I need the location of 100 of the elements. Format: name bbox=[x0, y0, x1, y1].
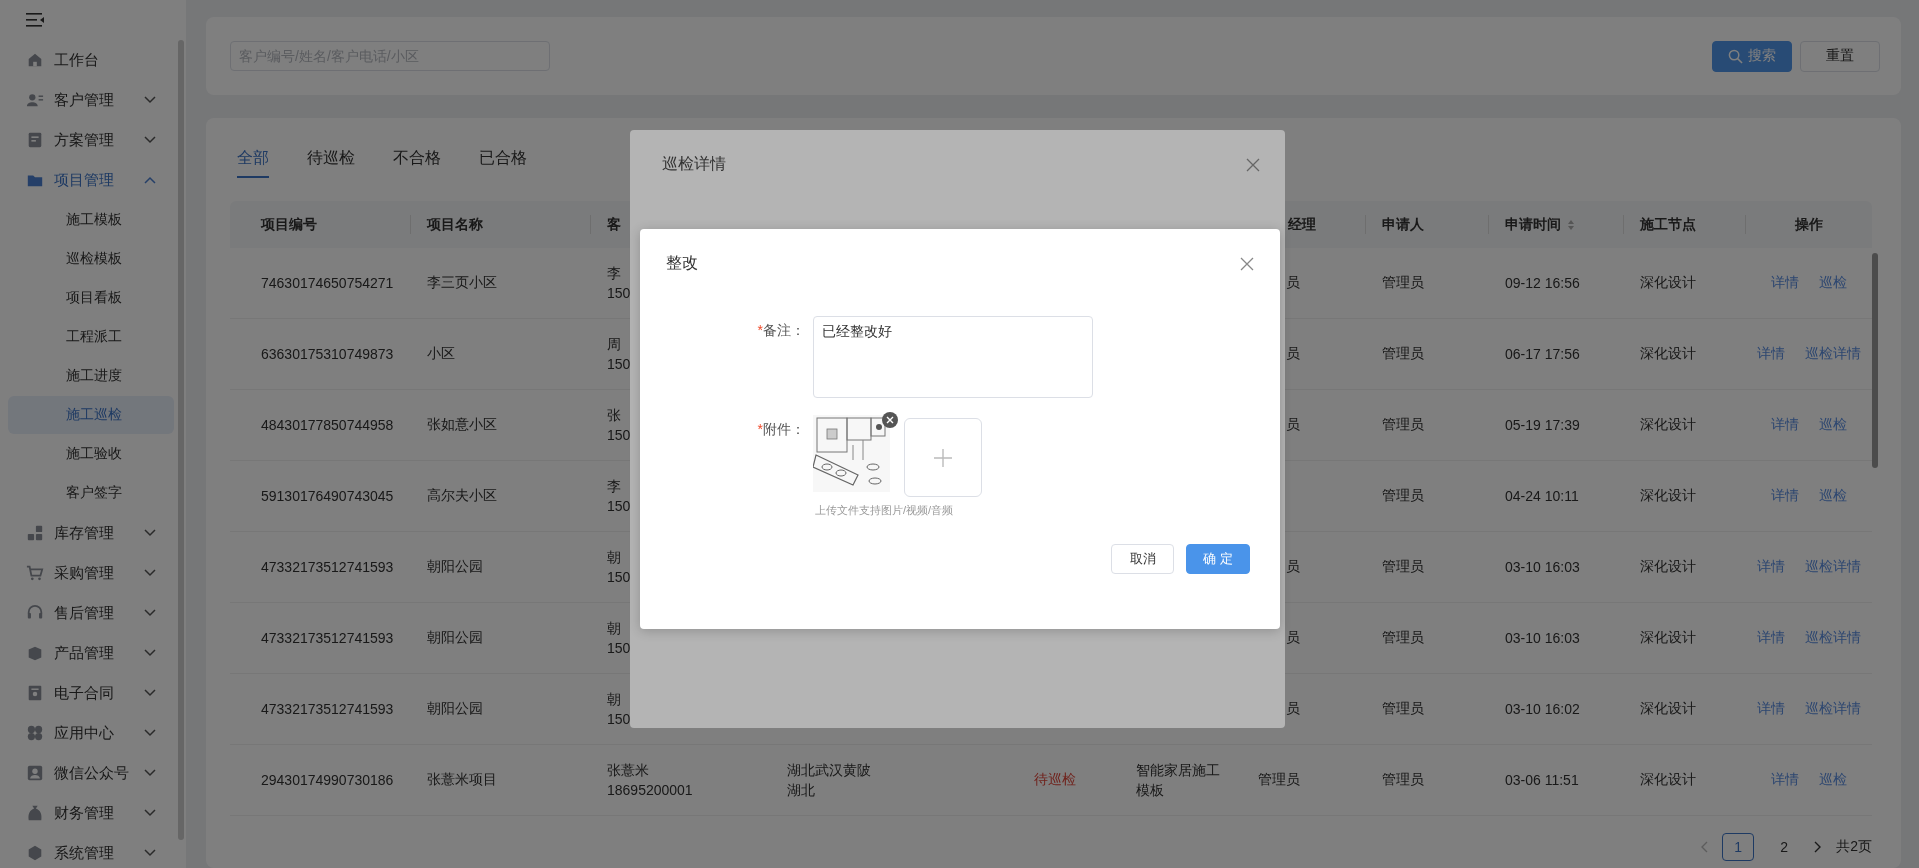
page-button[interactable]: 2 bbox=[1768, 833, 1801, 861]
column-header: 申请人 bbox=[1382, 215, 1424, 234]
table-cell-text: 周 bbox=[607, 335, 621, 354]
table-cell: 李三页小区 bbox=[427, 274, 497, 292]
table-cell-text: 员 bbox=[1285, 629, 1300, 647]
page-button[interactable]: 1 bbox=[1722, 833, 1755, 861]
nav-item[interactable]: 电子合同 bbox=[0, 673, 186, 713]
table-cell-text: 朝 bbox=[607, 619, 621, 638]
nav-subitem[interactable]: 施工模板 bbox=[8, 201, 174, 239]
table-cell: 47332173512741593 bbox=[261, 559, 394, 575]
nav-item[interactable]: 方案管理 bbox=[0, 120, 186, 160]
plus-icon bbox=[934, 448, 952, 467]
table-cell: 深化设计 bbox=[1640, 771, 1696, 789]
confirm-button[interactable]: 确 定 bbox=[1186, 544, 1250, 574]
nav-item[interactable]: 客户管理 bbox=[0, 80, 186, 120]
tab[interactable]: 已合格 bbox=[479, 140, 527, 178]
action-link[interactable]: 详情 bbox=[1756, 700, 1785, 718]
search-button[interactable]: 搜索 bbox=[1712, 40, 1792, 72]
table-cell: 63630175310749873 bbox=[261, 346, 394, 362]
action-link[interactable]: 巡检 bbox=[1818, 487, 1847, 505]
nav-subitem[interactable]: 施工巡检 bbox=[8, 396, 174, 434]
table-cell-text: 朝 bbox=[607, 690, 621, 709]
blocks-icon bbox=[26, 524, 44, 542]
action-link[interactable]: 详情 bbox=[1756, 629, 1785, 647]
nav-item[interactable]: 微信公众号 bbox=[0, 753, 186, 793]
table-cell-text: 150 bbox=[607, 426, 631, 445]
action-link[interactable]: 详情 bbox=[1770, 416, 1799, 434]
nav-subitem[interactable]: 客户签字 bbox=[8, 474, 174, 512]
nav-item[interactable]: 采购管理 bbox=[0, 553, 186, 593]
nav-item[interactable]: 产品管理 bbox=[0, 633, 186, 673]
column-header: 经理 bbox=[1287, 215, 1316, 234]
action-link[interactable]: 详情 bbox=[1770, 771, 1799, 789]
table-cell: 管理员 bbox=[1382, 487, 1424, 505]
table-cell: 高尔夫小区 bbox=[427, 487, 497, 505]
action-link[interactable]: 巡检 bbox=[1818, 274, 1847, 292]
contract-icon bbox=[26, 684, 44, 702]
chevron-up-icon bbox=[144, 176, 156, 184]
action-link[interactable]: 巡检详情 bbox=[1804, 558, 1861, 576]
nav-subitem[interactable]: 施工进度 bbox=[8, 357, 174, 395]
nav-subitem[interactable]: 工程派工 bbox=[8, 318, 174, 356]
action-link[interactable]: 巡检 bbox=[1818, 771, 1847, 789]
box-icon bbox=[26, 644, 44, 662]
apps-icon bbox=[26, 724, 44, 742]
chevron-down-icon bbox=[144, 769, 156, 777]
cancel-button[interactable]: 取消 bbox=[1111, 544, 1174, 574]
nav-item[interactable]: 应用中心 bbox=[0, 713, 186, 753]
nav-subitem[interactable]: 巡检模板 bbox=[8, 240, 174, 278]
chevron-down-icon bbox=[144, 849, 156, 857]
nav-subitem[interactable]: 项目看板 bbox=[8, 279, 174, 317]
reset-button[interactable]: 重置 bbox=[1800, 40, 1880, 72]
column-header: 客 bbox=[607, 215, 621, 234]
table-cell: 03-10 16:02 bbox=[1505, 701, 1580, 717]
tab[interactable]: 不合格 bbox=[393, 140, 441, 178]
table-cell-text: 150 bbox=[607, 355, 631, 374]
table-cell-text: 员 bbox=[1285, 416, 1300, 434]
action-link[interactable]: 详情 bbox=[1770, 274, 1799, 292]
table-cell: 朝阳公园 bbox=[427, 629, 483, 647]
column-header: 项目名称 bbox=[427, 215, 483, 234]
action-link[interactable]: 巡检详情 bbox=[1804, 629, 1861, 647]
table-cell: 管理员 bbox=[1382, 345, 1424, 363]
menu-icon[interactable] bbox=[26, 13, 44, 27]
table-cell: 04-24 10:11 bbox=[1505, 488, 1579, 504]
close-icon[interactable] bbox=[1246, 157, 1260, 172]
table-cell: 59130176490743045 bbox=[261, 488, 394, 504]
table-cell: 03-06 11:51 bbox=[1505, 772, 1579, 788]
nav-item[interactable]: 财务管理 bbox=[0, 793, 186, 833]
status-text: 待巡检 bbox=[1034, 771, 1076, 789]
close-icon[interactable] bbox=[1240, 256, 1254, 271]
table-cell: 小区 bbox=[427, 345, 455, 363]
action-link[interactable]: 详情 bbox=[1756, 345, 1785, 363]
table-cell: 47332173512741593 bbox=[261, 701, 394, 717]
action-link[interactable]: 巡检详情 bbox=[1804, 345, 1861, 363]
column-header[interactable]: 申请时间 bbox=[1505, 215, 1561, 234]
table-cell-text: 朝 bbox=[607, 548, 621, 567]
table-cell-text: 18695200001 bbox=[607, 781, 693, 800]
table-cell: 47332173512741593 bbox=[261, 630, 394, 646]
nav-item[interactable]: 工作台 bbox=[0, 40, 186, 80]
remove-icon[interactable] bbox=[882, 412, 898, 428]
nav-item[interactable]: 项目管理 bbox=[0, 160, 186, 200]
nav-item[interactable]: 系统管理 bbox=[0, 833, 186, 868]
table-cell: 03-10 16:03 bbox=[1505, 630, 1580, 646]
sort-icon[interactable] bbox=[1567, 218, 1575, 231]
action-link[interactable]: 巡检 bbox=[1818, 416, 1847, 434]
nav-subitem[interactable]: 施工验收 bbox=[8, 435, 174, 473]
next-page-icon[interactable] bbox=[1814, 841, 1823, 853]
table-cell-text: 张薏米 bbox=[607, 761, 649, 780]
table-cell-text: 员 bbox=[1285, 700, 1300, 718]
chevron-down-icon bbox=[144, 569, 156, 577]
tab[interactable]: 全部 bbox=[237, 140, 269, 178]
nav-item[interactable]: 库存管理 bbox=[0, 513, 186, 553]
action-link[interactable]: 详情 bbox=[1756, 558, 1785, 576]
user-icon bbox=[26, 764, 44, 782]
table-cell-text: 150 bbox=[607, 284, 631, 303]
dialog-title: 巡检详情 bbox=[662, 154, 726, 174]
action-link[interactable]: 巡检详情 bbox=[1804, 700, 1861, 718]
table-cell-text: 李 bbox=[607, 264, 621, 283]
nav-item[interactable]: 售后管理 bbox=[0, 593, 186, 633]
tab[interactable]: 待巡检 bbox=[307, 140, 355, 178]
action-link[interactable]: 详情 bbox=[1770, 487, 1799, 505]
remark-field[interactable]: 已经整改好 bbox=[813, 316, 1093, 398]
